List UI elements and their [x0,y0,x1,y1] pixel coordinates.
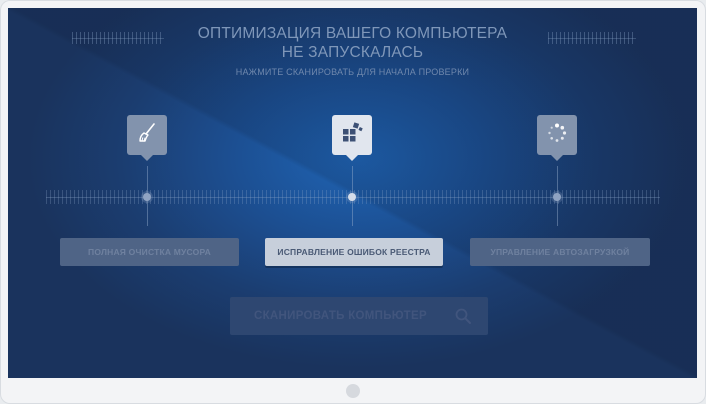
loading-spinner-icon [545,121,569,150]
feature-cleanup-label[interactable]: ПОЛНАЯ ОЧИСТКА МУСОРА [60,238,239,266]
feature-cleanup-icon-tile[interactable] [127,115,167,161]
page-title: ОПТИМИЗАЦИЯ ВАШЕГО КОМПЬЮТЕРА НЕ ЗАПУСКА… [8,24,697,62]
registry-blocks-icon [340,121,364,150]
scan-button-label: СКАНИРОВАТЬ КОМПЬЮТЕР [254,310,427,322]
app-screen: ОПТИМИЗАЦИЯ ВАШЕГО КОМПЬЮТЕРА НЕ ЗАПУСКА… [8,8,697,378]
monitor-frame: ОПТИМИЗАЦИЯ ВАШЕГО КОМПЬЮТЕРА НЕ ЗАПУСКА… [0,0,706,404]
feature-startup-label[interactable]: УПРАВЛЕНИЕ АВТОЗАГРУЗКОЙ [470,238,650,266]
title-line-1: ОПТИМИЗАЦИЯ ВАШЕГО КОМПЬЮТЕРА [197,25,508,42]
title-line-2: НЕ ЗАПУСКАЛАСЬ [281,44,424,61]
feature-startup-node [553,193,561,201]
scan-computer-button[interactable]: СКАНИРОВАТЬ КОМПЬЮТЕР [230,297,488,335]
feature-startup-label-text: УПРАВЛЕНИЕ АВТОЗАГРУЗКОЙ [490,247,630,257]
feature-registry-node [348,193,356,201]
feature-registry-label-text: ИСПРАВЛЕНИЕ ОШИБОК РЕЕСТРА [277,247,431,257]
power-button-icon [346,384,360,398]
feature-startup-icon-tile[interactable] [537,115,577,161]
broom-icon [135,121,159,150]
feature-registry-label[interactable]: ИСПРАВЛЕНИЕ ОШИБОК РЕЕСТРА [265,238,443,266]
feature-registry-icon-tile[interactable] [332,115,372,161]
page-subtitle: НАЖМИТЕ СКАНИРОВАТЬ ДЛЯ НАЧАЛА ПРОВЕРКИ [235,67,470,77]
search-icon [454,307,472,328]
feature-cleanup-label-text: ПОЛНАЯ ОЧИСТКА МУСОРА [88,247,211,257]
feature-cleanup-node [143,193,151,201]
